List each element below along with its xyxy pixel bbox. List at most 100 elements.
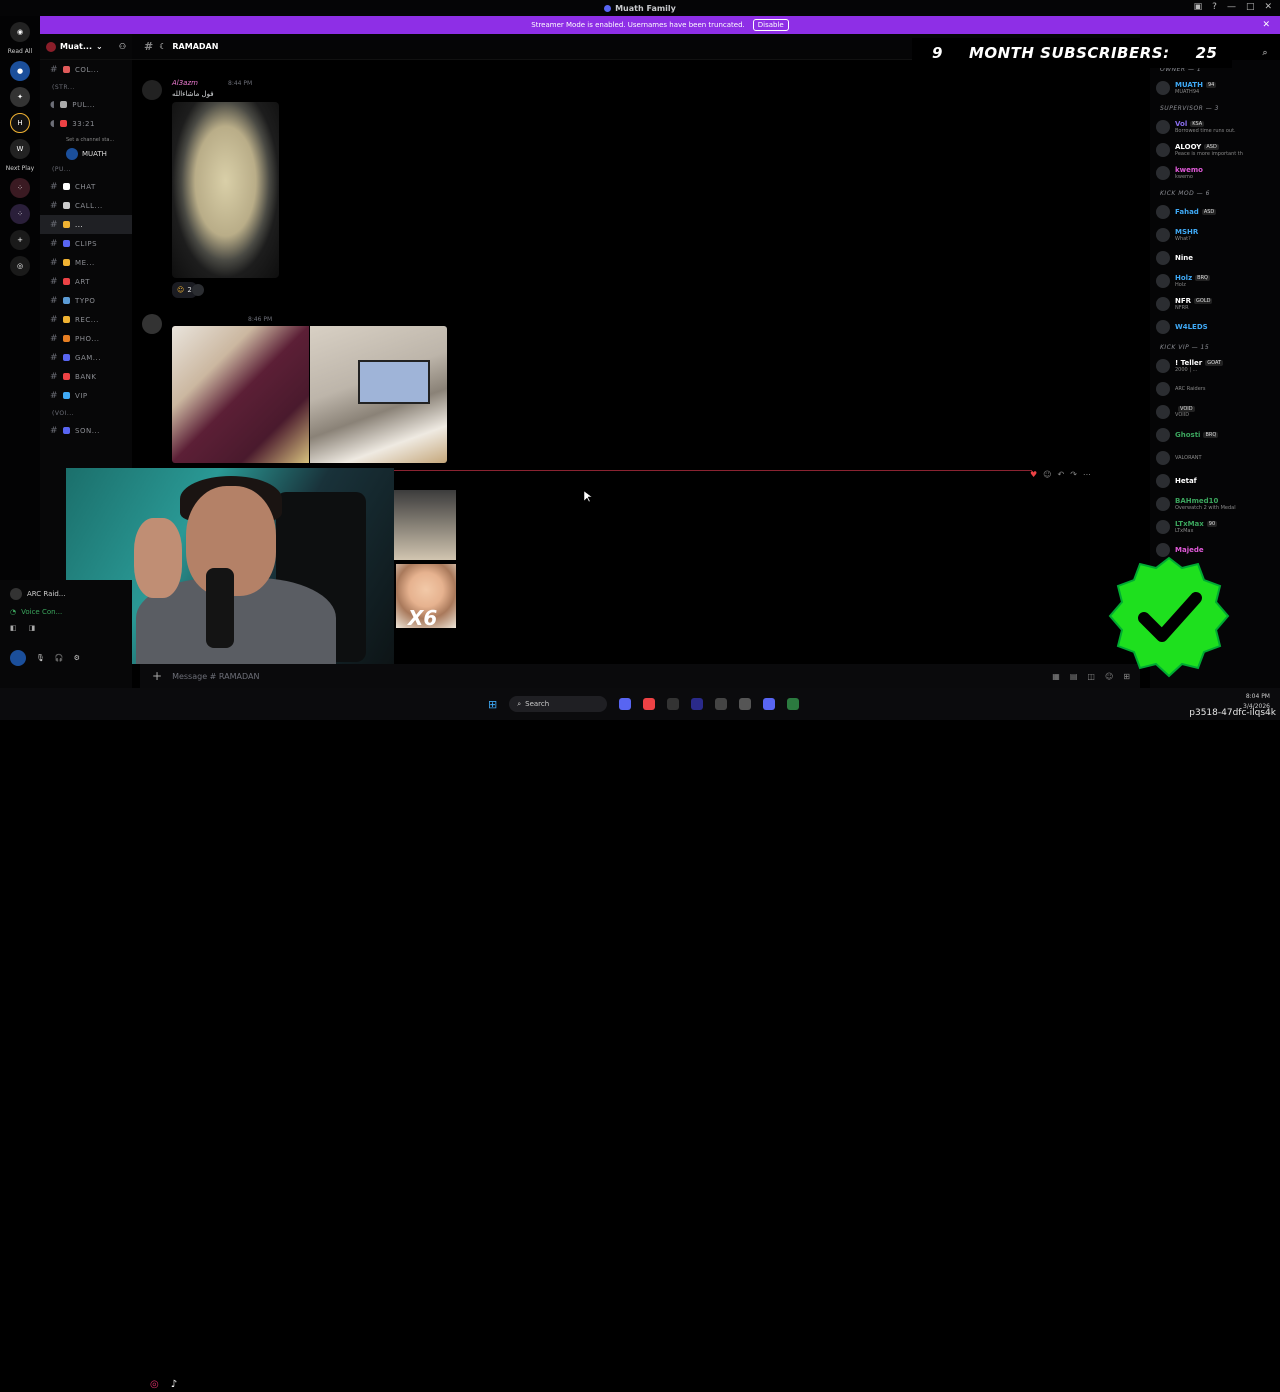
member-row[interactable]: NFR GOLD NFRR [1150,292,1280,315]
channel-item[interactable]: # COL... [40,60,132,79]
reply-icon[interactable]: ↶ [1058,470,1065,479]
next-play-server[interactable]: Next Play [0,165,40,172]
server-icon-2[interactable]: ✦ [10,87,30,107]
server-folder-icon[interactable]: ⁘ [10,178,30,198]
member-row[interactable]: Holz BRQ Holz [1150,269,1280,292]
attach-plus-icon[interactable]: + [152,669,162,683]
search-icon[interactable]: ⌕ [1262,48,1268,58]
discover-icon[interactable]: ◎ [10,256,30,276]
windows-start-icon[interactable]: ⊞ [488,698,497,711]
channel-item[interactable]: # PHO... [40,329,132,348]
app-icon-2[interactable] [667,698,680,710]
app-icon-4[interactable] [739,698,752,710]
heart-reaction-icon[interactable]: ♥ [1030,470,1037,479]
disable-streamer-mode-button[interactable]: Disable [752,19,789,31]
add-server-icon[interactable]: + [10,230,30,250]
activity-row[interactable]: ARC Raid... [0,580,132,604]
minimize-button[interactable]: — [1227,2,1236,12]
channel-name: 33:21 [72,119,95,128]
help-icon[interactable]: ? [1212,2,1217,12]
channel-item[interactable]: # CHAT [40,177,132,196]
channel-category[interactable]: (VOI... [40,405,132,421]
member-row[interactable]: VALORANT [1150,446,1280,469]
message-image-food[interactable] [172,102,279,278]
brave-icon[interactable] [643,698,656,710]
taskbar-search[interactable]: ⌕ Search [509,696,608,712]
member-row[interactable]: LTxMax 90 LTxMax [1150,515,1280,538]
channel-name: REC... [75,315,99,324]
guild-header[interactable]: Muat... ⌄ ⚇ [40,34,132,60]
headphones-icon[interactable]: 🎧 [55,654,64,662]
member-row[interactable]: Fahad ASD [1150,200,1280,223]
gif-icon[interactable]: ▤ [1070,672,1078,681]
discord-home-icon[interactable]: ◉ [10,22,30,42]
channel-item[interactable]: # VIP [40,386,132,405]
server-icon-holz[interactable]: H [10,113,30,133]
message-image-room[interactable] [394,490,456,560]
member-name: MUATH [1175,80,1203,89]
member-row[interactable]: MUATH 94 MUATH94 [1150,76,1280,99]
message-input[interactable]: Message # RAMADAN [172,672,259,681]
read-all-button[interactable]: Read All [0,48,40,55]
member-row[interactable]: kwemo kwemo [1150,161,1280,184]
message-image-decor[interactable] [172,326,309,463]
server-icon-4[interactable]: ⁘ [10,204,30,224]
message-author[interactable]: Al3azm [172,79,198,87]
member-row[interactable]: ALOOY ASD Peace is more important th [1150,138,1280,161]
channel-item[interactable]: # GAM... [40,348,132,367]
member-row[interactable]: W4LEDS [1150,315,1280,338]
sticker-icon[interactable]: ◫ [1087,672,1095,681]
member-row[interactable]: VOID VOIID [1150,400,1280,423]
inbox-icon[interactable]: ▣ [1194,2,1203,12]
channel-status[interactable]: Set a channel sta... [40,133,132,147]
channel-item[interactable]: # ME... [40,253,132,272]
close-window-button[interactable]: ✕ [1264,2,1272,12]
channel-emoji-icon [63,221,71,228]
member-row[interactable]: BAHmed10 Overwatch 2 with Medal [1150,492,1280,515]
member-row[interactable]: Hetaf [1150,469,1280,492]
channel-category[interactable]: (PU... [40,161,132,177]
channel-item[interactable]: # ART [40,272,132,291]
author-avatar[interactable] [142,80,162,100]
steam-icon[interactable] [691,698,704,710]
member-row[interactable]: Ghosti BRQ [1150,423,1280,446]
add-reaction-icon[interactable] [192,284,204,296]
channel-item[interactable]: # TYPO [40,291,132,310]
voice-user-row[interactable]: MUATH [40,147,132,161]
member-row[interactable]: MSHR What? [1150,223,1280,246]
screen-share-icon[interactable]: ◨ [29,624,36,632]
video-icon[interactable]: ◧ [10,624,17,632]
user-avatar[interactable] [10,650,26,666]
add-member-icon[interactable]: ⚇ [119,42,126,51]
channel-item[interactable]: # SON... [40,421,132,440]
gift-icon[interactable]: ▦ [1052,672,1060,681]
server-icon-3[interactable]: W [10,139,30,159]
banner-close-icon[interactable]: ✕ [1262,20,1270,30]
more-options-icon[interactable]: ⋯ [1083,470,1091,479]
settings-gear-icon[interactable]: ⚙ [74,654,80,662]
author-avatar-2[interactable] [142,314,162,334]
react-icon[interactable]: ☺ [1043,470,1051,479]
channel-item[interactable]: # BANK [40,367,132,386]
member-row[interactable]: Vol KSA Borrowed time runs out. [1150,115,1280,138]
server-icon-1[interactable]: ● [10,61,30,81]
member-row[interactable]: ! Teller GOAT 2000 | ... [1150,354,1280,377]
channel-item[interactable]: # CLIPS [40,234,132,253]
channel-item[interactable]: #... [40,215,132,234]
voice-connected-row[interactable]: ◔ Voice Con... [0,604,132,620]
discord-taskbar-icon[interactable] [763,698,776,710]
maximize-button[interactable]: □ [1246,2,1255,12]
channel-item[interactable]: ◖ PUL... [40,95,132,114]
member-row[interactable]: Nine [1150,246,1280,269]
channel-category[interactable]: (STR... [40,79,132,95]
message-image-livingroom[interactable] [310,326,447,463]
app-icon-5[interactable] [787,698,800,710]
app-icon-1[interactable] [619,698,632,710]
forward-icon[interactable]: ↷ [1070,470,1077,479]
channel-item[interactable]: # REC... [40,310,132,329]
channel-item[interactable]: ◖ 33:21 [40,114,132,133]
app-icon-3[interactable] [715,698,728,710]
mic-icon[interactable]: 🎙 [36,654,45,662]
channel-item[interactable]: # CALL... [40,196,132,215]
member-row[interactable]: ARC Raiders [1150,377,1280,400]
